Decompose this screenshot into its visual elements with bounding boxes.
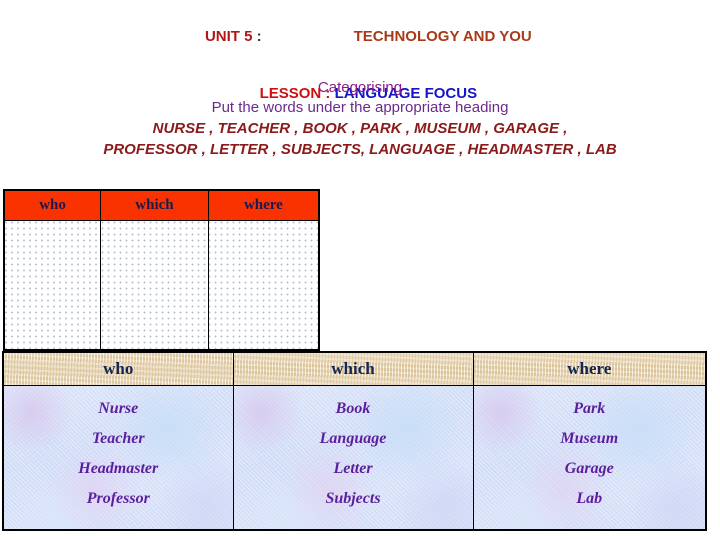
answer-word: Nurse: [98, 400, 139, 417]
table-row: Nurse Teacher Headmaster Professor Book …: [2, 385, 707, 531]
answer-word: Park: [573, 400, 606, 417]
topic-label: TECHNOLOGY AND YOU: [353, 28, 532, 45]
answer-table-header-which: which: [232, 351, 474, 386]
answer-cell-who: Nurse Teacher Headmaster Professor: [2, 385, 234, 531]
answer-word: Subjects: [325, 490, 381, 507]
instruction-heading: Categorising: [317, 79, 403, 96]
empty-table-header-who: who: [3, 189, 102, 221]
empty-table-header-which: which: [100, 189, 209, 221]
unit-label: UNIT 5: [204, 28, 253, 45]
empty-categorising-table: who which where: [3, 189, 320, 351]
answer-word: Lab: [576, 490, 603, 507]
answer-word: Language: [319, 430, 387, 447]
answer-word: Book: [335, 400, 371, 417]
table-row: who which where: [2, 351, 707, 386]
unit-colon: :: [252, 28, 262, 45]
table-row: [3, 220, 320, 351]
empty-cell-who[interactable]: [3, 220, 102, 351]
answer-word: Professor: [86, 490, 150, 507]
answer-table-header-who: who: [2, 351, 234, 386]
answer-word: Garage: [564, 460, 614, 477]
instruction-subheading: Put the words under the appropriate head…: [211, 99, 509, 116]
empty-table-header-where: where: [207, 189, 320, 221]
answer-word: Teacher: [91, 430, 145, 447]
answer-cell-where: Park Museum Garage Lab: [472, 385, 707, 531]
answer-word: Headmaster: [78, 460, 159, 477]
answer-word: Museum: [560, 430, 619, 447]
instructions-block: Categorising Put the words under the app…: [0, 78, 720, 160]
wordlist-line-2: PROFESSOR , LETTER , SUBJECTS, LANGUAGE …: [103, 141, 617, 158]
table-row: who which where: [3, 189, 320, 221]
empty-cell-which[interactable]: [100, 220, 209, 351]
empty-cell-where[interactable]: [207, 220, 320, 351]
answer-word: Letter: [333, 460, 373, 477]
answer-table-header-where: where: [472, 351, 707, 386]
wordlist-line-1: NURSE , TEACHER , BOOK , PARK , MUSEUM ,…: [152, 120, 568, 137]
answer-cell-which: Book Language Letter Subjects: [232, 385, 474, 531]
answer-table: who which where Nurse Teacher Headmaster…: [2, 351, 707, 531]
title-line-unit-topic: UNIT 5 : TECHNOLOGY AND YOU: [0, 8, 720, 65]
